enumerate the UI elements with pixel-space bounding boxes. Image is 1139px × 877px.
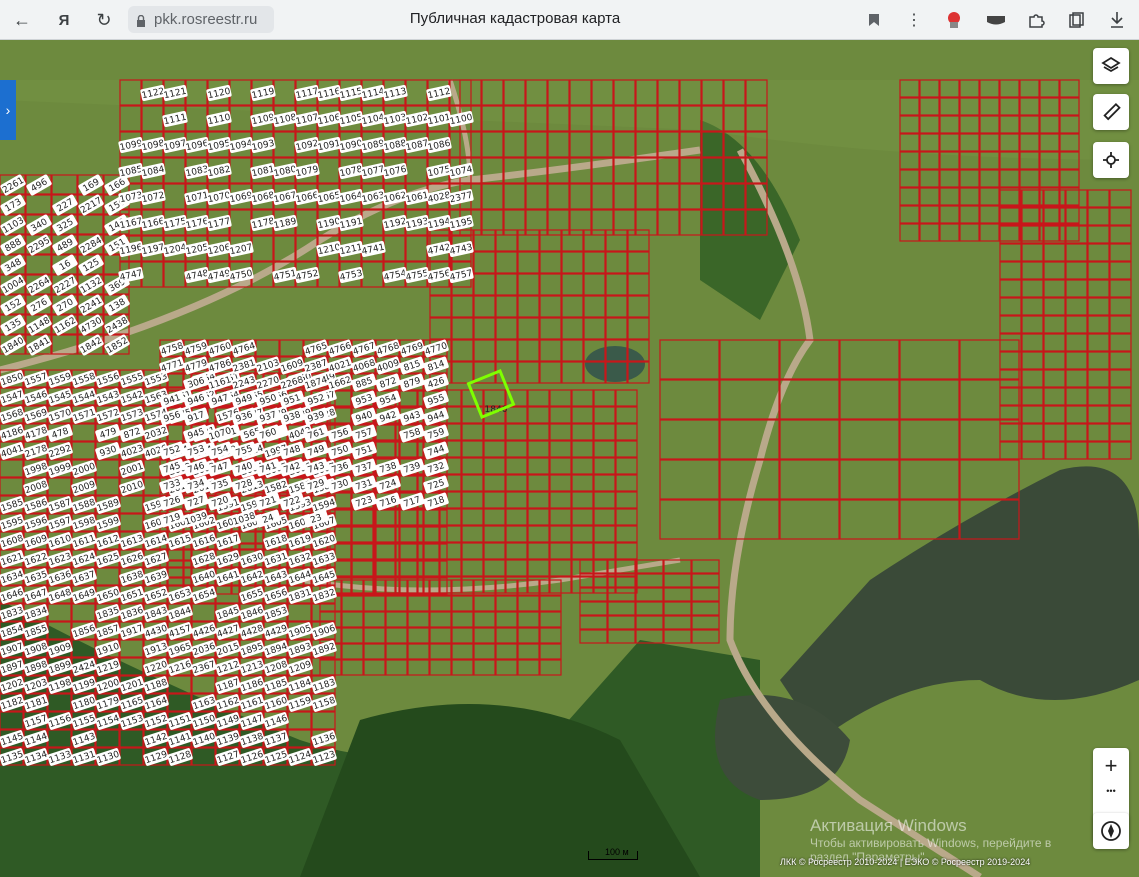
side-panel-toggle[interactable]: › bbox=[0, 80, 16, 140]
ruler-button[interactable] bbox=[1093, 94, 1129, 130]
download-icon[interactable] bbox=[1103, 6, 1131, 34]
layers-button[interactable] bbox=[1093, 48, 1129, 84]
scale-label: 100 м bbox=[605, 847, 629, 857]
extension-monitor-icon[interactable] bbox=[982, 6, 1010, 34]
watermark-line: Чтобы активировать Windows, перейдите в bbox=[810, 836, 1052, 850]
cadastral-map[interactable]: 2261 496 169 166 173 227 2217 156 1103 340 325 149 8… bbox=[0, 40, 1139, 877]
pond bbox=[585, 346, 645, 382]
page-title: Публичная кадастровая карта bbox=[409, 10, 621, 27]
compass-button[interactable] bbox=[1093, 813, 1129, 849]
map-attribution: ЛКК © Росреестр 2010-2024 | ЕЭКО © Росре… bbox=[780, 857, 1031, 867]
layers-icon bbox=[1101, 56, 1121, 73]
chevron-right-icon: › bbox=[5, 102, 11, 118]
bookmark-icon[interactable] bbox=[860, 6, 888, 34]
watermark-title: Активация Windows bbox=[810, 816, 967, 835]
address-bar[interactable]: pkk.rosreestr.ru bbox=[128, 6, 274, 33]
browser-toolbar: ← Я ↻ pkk.rosreestr.ru Публичная кадастр… bbox=[0, 0, 1139, 40]
locate-icon bbox=[1103, 152, 1119, 168]
collections-icon[interactable] bbox=[1062, 6, 1090, 34]
reload-icon[interactable]: ↻ bbox=[90, 6, 118, 34]
scale-bar: 100 м bbox=[588, 847, 638, 860]
compass-icon bbox=[1101, 821, 1121, 841]
url-text: pkk.rosreestr.ru bbox=[154, 11, 258, 28]
yandex-icon[interactable]: Я bbox=[50, 6, 78, 34]
map-canvas[interactable]: 2261 496 169 166173 227 2217 1561103 340 325 1498… bbox=[0, 40, 1139, 877]
site-info-icon[interactable] bbox=[136, 14, 146, 27]
extension-paint-icon[interactable] bbox=[940, 6, 968, 34]
menu-dots-icon[interactable]: ⋮ bbox=[900, 6, 928, 34]
ruler-icon bbox=[1103, 102, 1121, 121]
locate-button[interactable] bbox=[1093, 142, 1129, 178]
zoom-more-button[interactable]: ••• bbox=[1093, 784, 1129, 798]
puzzle-icon[interactable] bbox=[1022, 6, 1050, 34]
zoom-in-button[interactable]: + bbox=[1093, 750, 1129, 782]
parcel-block bbox=[579, 559, 720, 644]
back-icon[interactable]: ← bbox=[8, 6, 36, 34]
